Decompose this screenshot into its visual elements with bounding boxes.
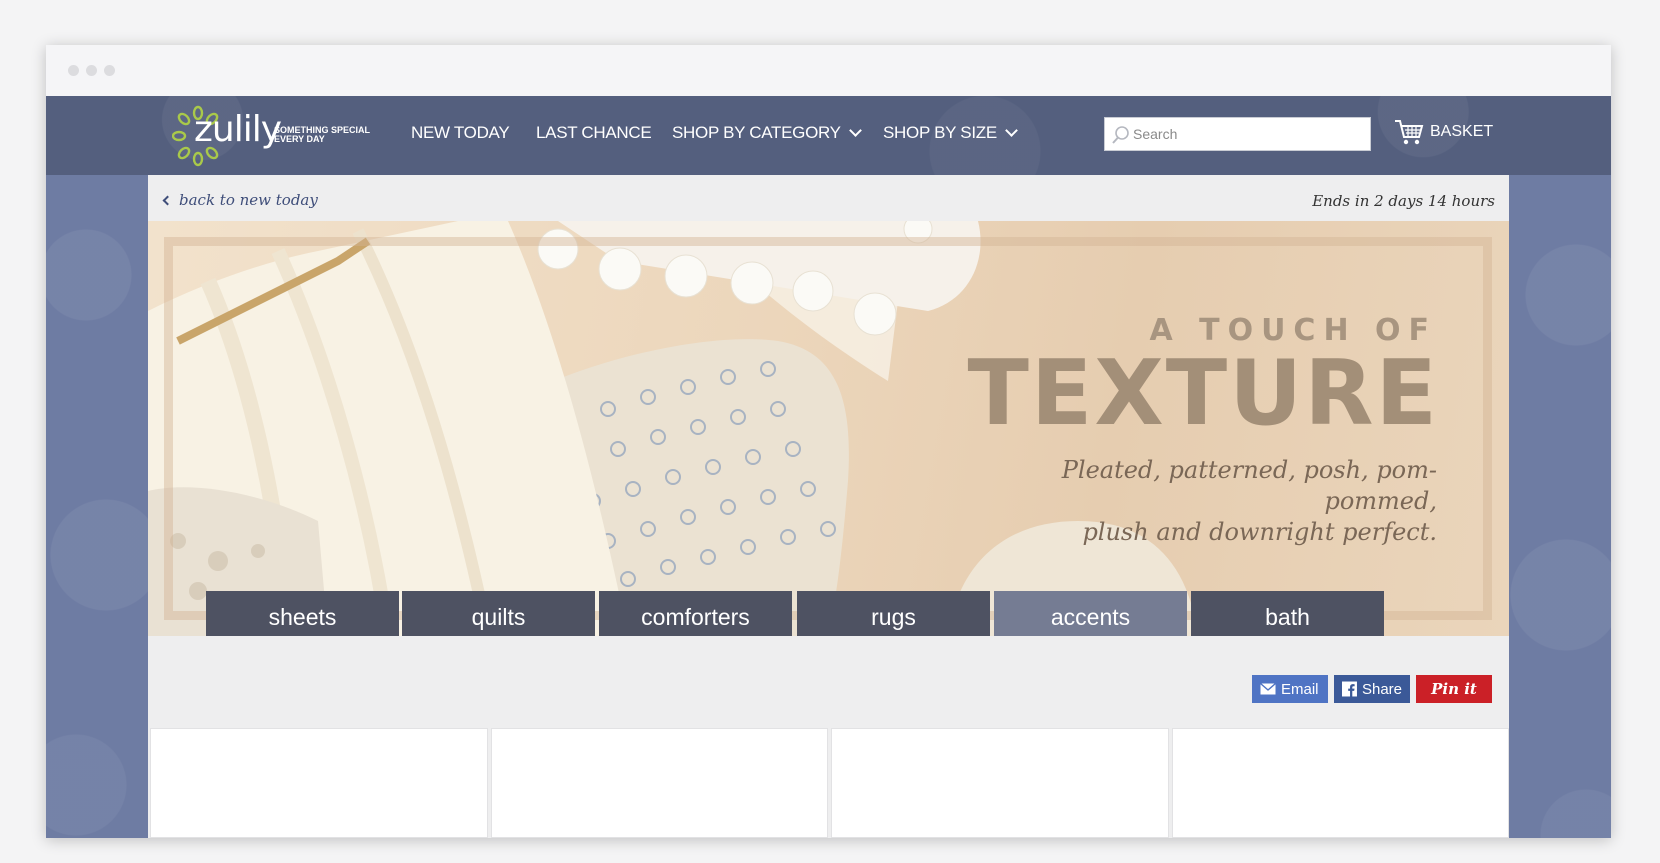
search-icon: [1112, 126, 1129, 144]
zulily-logo[interactable]: zulily SOMETHING SPECIAL EVERY DAY: [172, 105, 372, 167]
product-card[interactable]: [1171, 728, 1509, 838]
nav-label: SHOP BY CATEGORY: [672, 123, 841, 142]
site-header: zulily SOMETHING SPECIAL EVERY DAY NEW T…: [46, 96, 1611, 175]
category-button-comforters[interactable]: comforters: [599, 591, 792, 636]
hero-title: TEXTURE: [967, 341, 1439, 446]
category-button-rugs[interactable]: rugs: [797, 591, 990, 636]
nav-shop-by-category[interactable]: SHOP BY CATEGORY: [672, 123, 862, 143]
pinterest-button[interactable]: Pin it: [1416, 675, 1492, 703]
category-button-sheets[interactable]: sheets: [206, 591, 399, 636]
hero-subtitle-line: Pleated, patterned, posh, pom-pommed,: [1061, 456, 1437, 515]
logo-wordmark: zulily: [194, 109, 282, 150]
chevron-left-icon: [162, 195, 173, 205]
email-share-label: Email: [1281, 680, 1319, 698]
event-countdown: Ends in 2 days 14 hours: [1312, 192, 1495, 210]
product-grid: [150, 728, 1509, 838]
back-link[interactable]: back to new today: [162, 191, 318, 209]
email-share-button[interactable]: Email: [1252, 675, 1328, 703]
pinterest-label: Pin it: [1431, 680, 1477, 698]
nav-label: SHOP BY SIZE: [883, 123, 997, 142]
product-card[interactable]: [831, 728, 1169, 838]
basket-label: BASKET: [1430, 123, 1494, 140]
category-button-quilts[interactable]: quilts: [402, 591, 595, 636]
hero-subtitle: Pleated, patterned, posh, pom-pommed, pl…: [957, 455, 1437, 548]
product-card[interactable]: [490, 728, 828, 838]
basket-button[interactable]: BASKET: [1394, 118, 1493, 146]
nav-last-chance[interactable]: LAST CHANCE: [536, 123, 652, 143]
window-minimize-dot[interactable]: [86, 65, 97, 76]
browser-window: zulily SOMETHING SPECIAL EVERY DAY NEW T…: [46, 45, 1611, 838]
facebook-icon: [1342, 681, 1357, 697]
cart-icon: [1395, 120, 1424, 145]
hero-banner: A TOUCH OF TEXTURE Pleated, patterned, p…: [148, 221, 1509, 636]
facebook-share-label: Share: [1361, 680, 1402, 698]
search-box[interactable]: [1104, 117, 1371, 151]
window-close-dot[interactable]: [68, 65, 79, 76]
event-content: back to new today Ends in 2 days 14 hour…: [148, 175, 1509, 838]
search-input[interactable]: [1133, 118, 1363, 150]
envelope-icon: [1260, 683, 1276, 695]
chevron-down-icon: [848, 124, 862, 137]
chevron-down-icon: [1005, 124, 1018, 137]
nav-shop-by-size[interactable]: SHOP BY SIZE: [883, 123, 1018, 143]
nav-label: LAST CHANCE: [536, 123, 652, 142]
window-zoom-dot[interactable]: [104, 65, 115, 76]
hero-subtitle-line: plush and downright perfect.: [1082, 518, 1437, 546]
share-buttons: Email Share Pin it: [1252, 675, 1492, 703]
category-button-accents[interactable]: accents: [994, 591, 1187, 636]
category-button-bath[interactable]: bath: [1191, 591, 1384, 636]
nav-label: NEW TODAY: [411, 123, 510, 142]
browser-titlebar: [46, 45, 1611, 96]
back-link-label: back to new today: [179, 191, 318, 209]
logo-tagline: SOMETHING SPECIAL EVERY DAY: [274, 125, 370, 144]
facebook-share-button[interactable]: Share: [1334, 675, 1410, 703]
product-card[interactable]: [150, 728, 488, 838]
nav-new-today[interactable]: NEW TODAY: [411, 123, 510, 143]
